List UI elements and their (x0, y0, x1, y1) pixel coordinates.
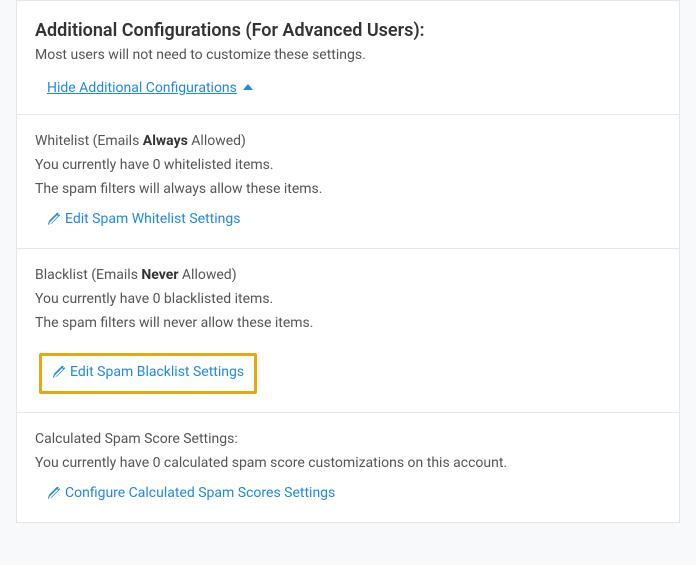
whitelist-section: Whitelist (Emails Always Allowed) You cu… (17, 115, 679, 249)
edit-blacklist-button[interactable]: Edit Spam Blacklist Settings (52, 364, 244, 380)
blacklist-desc: The spam filters will never allow these … (35, 315, 661, 331)
blacklist-heading: Blacklist (Emails Never Allowed) (35, 267, 661, 283)
hide-additional-configurations-link[interactable]: Hide Additional Configurations (47, 80, 253, 96)
blacklist-action-highlight: Edit Spam Blacklist Settings (39, 353, 257, 394)
whitelist-heading-pre: Whitelist (Emails (35, 133, 143, 149)
chevron-up-icon (243, 84, 253, 90)
blacklist-heading-pre: Blacklist (Emails (35, 267, 141, 283)
advanced-config-header-section: Additional Configurations (For Advanced … (17, 6, 679, 115)
whitelist-heading: Whitelist (Emails Always Allowed) (35, 133, 661, 149)
whitelist-count: You currently have 0 whitelisted items. (35, 157, 661, 173)
hide-additional-configurations-label: Hide Additional Configurations (47, 80, 237, 96)
pencil-icon (47, 212, 61, 226)
blacklist-heading-post: Allowed) (178, 267, 236, 283)
blacklist-heading-bold: Never (141, 267, 178, 283)
whitelist-heading-bold: Always (143, 133, 188, 149)
edit-whitelist-button[interactable]: Edit Spam Whitelist Settings (47, 211, 240, 227)
blacklist-count: You currently have 0 blacklisted items. (35, 291, 661, 307)
configure-spam-scores-button[interactable]: Configure Calculated Spam Scores Setting… (47, 485, 335, 501)
blacklist-section: Blacklist (Emails Never Allowed) You cur… (17, 249, 679, 413)
pencil-icon (47, 486, 61, 500)
edit-whitelist-label: Edit Spam Whitelist Settings (65, 211, 240, 227)
settings-panel: Additional Configurations (For Advanced … (16, 6, 680, 523)
whitelist-heading-post: Allowed) (188, 133, 246, 149)
advanced-config-title: Additional Configurations (For Advanced … (35, 20, 661, 41)
spam-score-heading: Calculated Spam Score Settings: (35, 431, 661, 447)
whitelist-action-row: Edit Spam Whitelist Settings (35, 211, 661, 230)
spam-score-section: Calculated Spam Score Settings: You curr… (17, 413, 679, 522)
configure-spam-scores-label: Configure Calculated Spam Scores Setting… (65, 485, 335, 501)
spam-score-count: You currently have 0 calculated spam sco… (35, 455, 661, 471)
whitelist-desc: The spam filters will always allow these… (35, 181, 661, 197)
spam-score-action-row: Configure Calculated Spam Scores Setting… (35, 485, 661, 504)
pencil-icon (52, 365, 66, 379)
advanced-config-subtitle: Most users will not need to customize th… (35, 47, 661, 63)
edit-blacklist-label: Edit Spam Blacklist Settings (70, 364, 244, 380)
